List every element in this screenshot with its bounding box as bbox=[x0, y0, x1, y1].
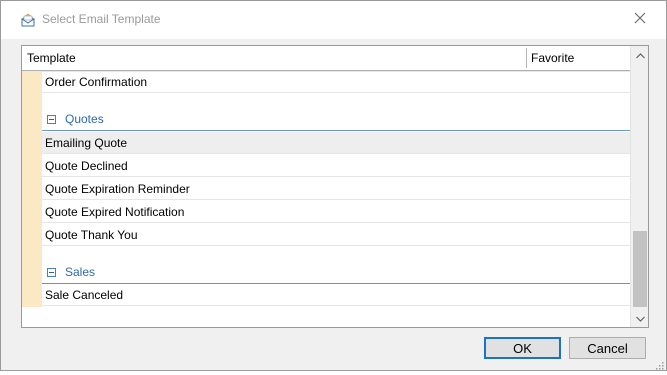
group-header-sales[interactable]: Sales bbox=[42, 260, 630, 284]
template-row[interactable]: Quote Expired Notification bbox=[42, 201, 630, 223]
collapse-minus-icon[interactable] bbox=[47, 115, 56, 124]
scroll-up-button[interactable] bbox=[631, 46, 648, 64]
column-header-favorite[interactable]: Favorite bbox=[531, 51, 574, 65]
template-row[interactable]: Quote Thank You bbox=[42, 224, 630, 246]
column-divider[interactable] bbox=[526, 48, 527, 68]
resize-grip-icon[interactable] bbox=[654, 357, 664, 370]
template-name: Quote Expiration Reminder bbox=[45, 182, 190, 196]
chevron-down-icon bbox=[635, 309, 645, 327]
template-row-selected[interactable]: Emailing Quote bbox=[42, 132, 630, 154]
group-indent-strip bbox=[22, 71, 42, 307]
close-icon bbox=[634, 11, 646, 29]
template-name: Emailing Quote bbox=[45, 136, 128, 150]
template-row[interactable]: Quote Expiration Reminder bbox=[42, 178, 630, 200]
template-row[interactable]: Order Confirmation bbox=[42, 71, 630, 93]
template-grid: Template Favorite Order Confirmation Quo… bbox=[21, 45, 649, 328]
group-header-quotes[interactable]: Quotes bbox=[42, 107, 630, 131]
grid-header: Template Favorite bbox=[22, 46, 630, 71]
template-row[interactable]: Sale Canceled bbox=[42, 284, 630, 306]
group-label: Sales bbox=[65, 265, 96, 279]
vertical-scrollbar[interactable] bbox=[630, 46, 648, 327]
scroll-down-button[interactable] bbox=[631, 309, 648, 327]
collapse-minus-icon[interactable] bbox=[47, 268, 56, 277]
close-button[interactable] bbox=[621, 5, 659, 35]
ok-button[interactable]: OK bbox=[484, 337, 561, 359]
select-email-template-dialog: Select Email Template Template Favorite … bbox=[0, 0, 667, 371]
template-name: Quote Expired Notification bbox=[45, 205, 185, 219]
email-template-icon bbox=[20, 12, 36, 28]
template-name: Sale Canceled bbox=[45, 288, 124, 302]
dialog-titlebar: Select Email Template bbox=[1, 1, 666, 39]
template-name: Quote Thank You bbox=[45, 228, 138, 242]
scrollbar-thumb[interactable] bbox=[633, 231, 647, 307]
template-name: Quote Declined bbox=[45, 159, 128, 173]
cancel-button[interactable]: Cancel bbox=[569, 337, 646, 359]
column-header-template[interactable]: Template bbox=[27, 51, 76, 65]
chevron-up-icon bbox=[635, 46, 645, 64]
template-name: Order Confirmation bbox=[45, 75, 148, 89]
dialog-title: Select Email Template bbox=[42, 12, 161, 26]
grid-rows: Order Confirmation Quotes Emailing Quote… bbox=[22, 71, 630, 327]
group-label: Quotes bbox=[65, 112, 104, 126]
template-row[interactable]: Quote Declined bbox=[42, 155, 630, 177]
